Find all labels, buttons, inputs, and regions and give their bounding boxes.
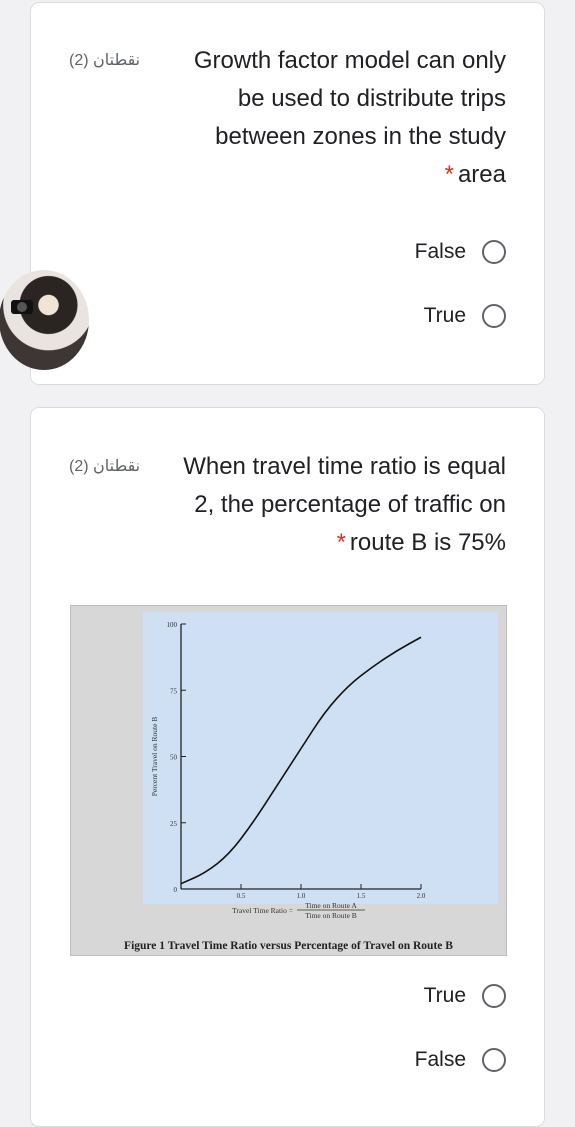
question-text-line: * area xyxy=(445,156,506,194)
camera-icon xyxy=(11,300,33,314)
radio-button[interactable] xyxy=(482,1048,506,1072)
x-tick-label: 0.5 xyxy=(237,892,246,900)
figure-caption: Figure 1 Travel Time Ratio versus Percen… xyxy=(124,940,453,952)
figure: 100 75 50 25 0 0.5 1.0 1.5 2.0 Percent Travel on … xyxy=(70,605,507,956)
question-points: (2) نقطتان xyxy=(69,52,141,69)
radio-button[interactable] xyxy=(482,240,506,264)
question-text-line: When travel time ratio is equal xyxy=(183,453,506,480)
question-text-segment: area xyxy=(457,161,506,188)
y-tick-label: 75 xyxy=(170,687,178,695)
avatar xyxy=(0,270,89,370)
question-text-line: Growth factor model can only xyxy=(193,47,506,74)
radio-button[interactable] xyxy=(482,984,506,1008)
option-label: True xyxy=(423,984,466,1007)
x-tick-label: 1.0 xyxy=(297,892,306,900)
x-label-denominator: Time on Route B xyxy=(305,911,357,920)
x-label-numerator: Time on Route A xyxy=(305,901,357,910)
question-text-line: be used to distribute trips xyxy=(237,85,506,112)
question-text-line: between zones in the study xyxy=(215,123,506,150)
required-asterisk: * xyxy=(336,529,346,556)
option-false[interactable]: False xyxy=(415,1044,506,1076)
option-true[interactable]: True xyxy=(424,980,506,1012)
y-tick-label: 0 xyxy=(174,886,178,894)
question-text-line: 2, the percentage of traffic on xyxy=(194,491,506,518)
y-tick-label: 100 xyxy=(167,621,178,629)
question-text-segment: route B is 75% xyxy=(349,529,506,556)
x-tick-label: 2.0 xyxy=(417,892,426,900)
travel-time-chart: 100 75 50 25 0 0.5 1.0 1.5 2.0 Percent Travel on … xyxy=(143,612,498,920)
plot-area xyxy=(143,612,498,904)
required-asterisk: * xyxy=(444,161,454,188)
y-axis-label: Percent Travel on Route B xyxy=(150,717,159,797)
y-tick-label: 25 xyxy=(170,820,178,828)
option-label: False xyxy=(414,1048,466,1071)
option-label: True xyxy=(423,304,466,327)
question-text-line: * route B is 75% xyxy=(337,524,506,562)
radio-button[interactable] xyxy=(482,304,506,328)
option-label: False xyxy=(414,240,466,263)
option-false[interactable]: False xyxy=(415,236,506,268)
x-axis-label: Travel Time Ratio = xyxy=(232,906,293,915)
y-tick-label: 50 xyxy=(170,754,178,762)
question-card-2: (2) نقطتان When travel time ratio is equ… xyxy=(30,407,545,1127)
question-points: (2) نقطتان xyxy=(69,458,141,475)
option-true[interactable]: True xyxy=(424,300,506,332)
question-card-1: (2) نقطتان Growth factor model can only … xyxy=(30,2,545,385)
x-tick-label: 1.5 xyxy=(357,892,366,900)
